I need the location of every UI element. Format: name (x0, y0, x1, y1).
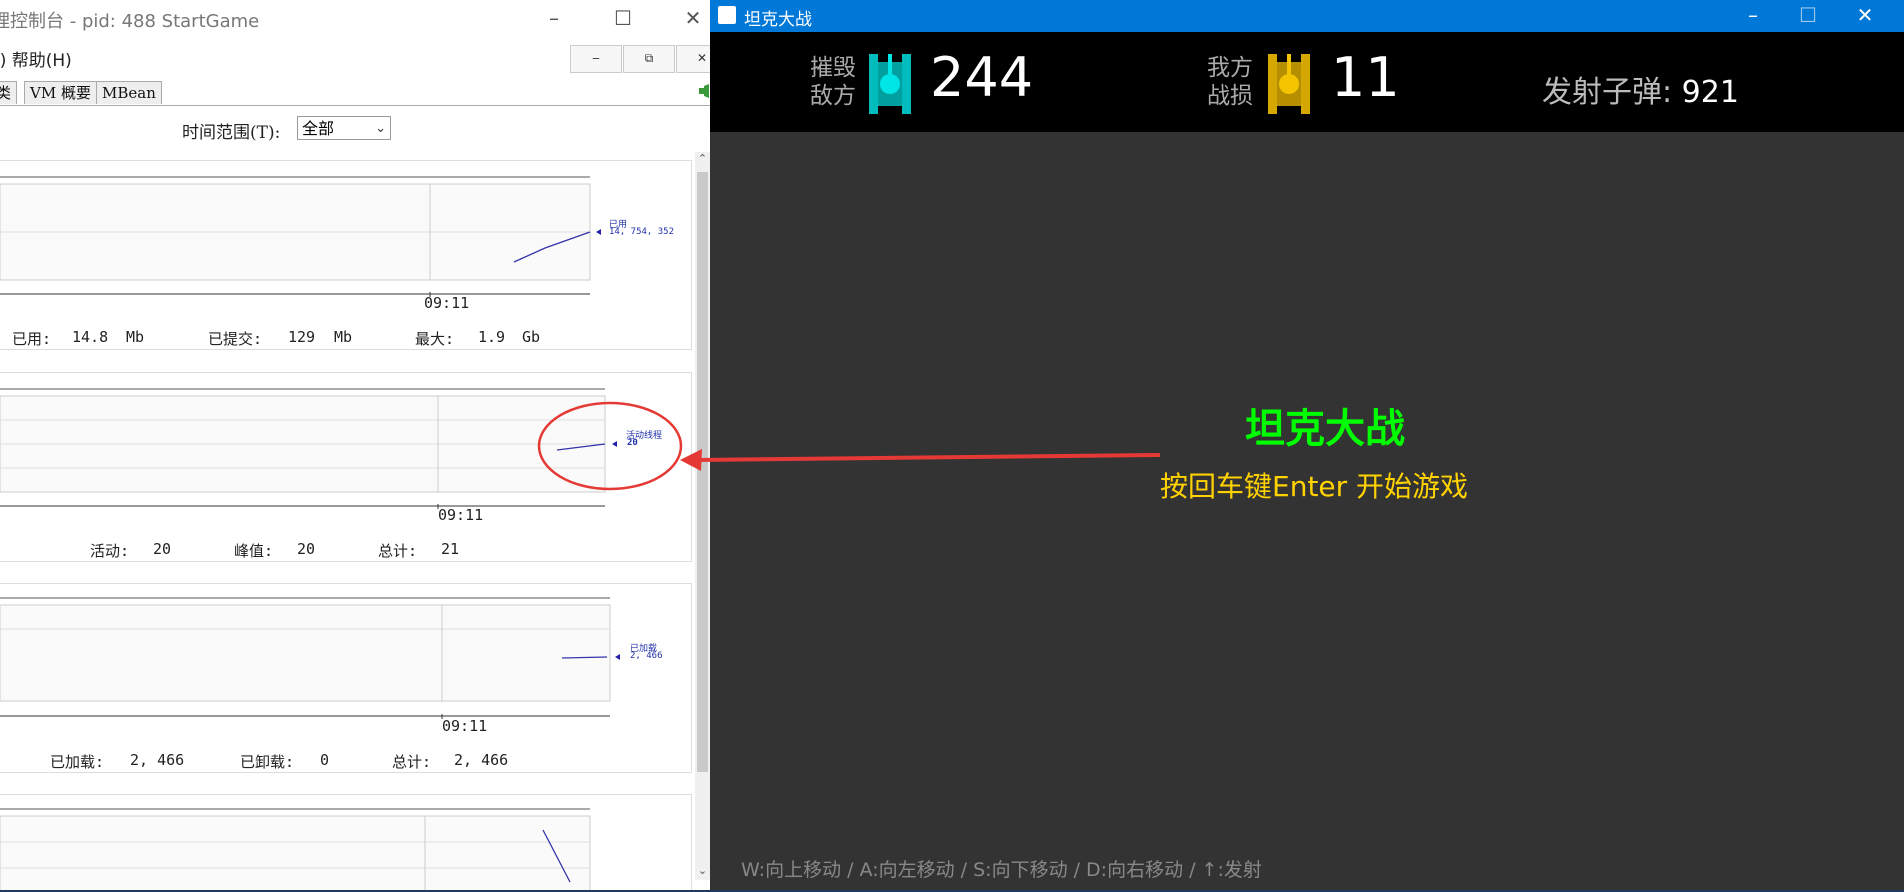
jconsole-menubar: /) 帮助(H) ‒ ⧉ ✕ (0, 36, 710, 76)
vertical-scrollbar[interactable]: ⌃ ⌄ (695, 152, 710, 880)
bullets-label: 发射子弹: (1542, 75, 1682, 110)
heap-used-unit: Mb (126, 328, 145, 346)
jconsole-title: 理控制台 - pid: 488 StartGame (0, 11, 260, 32)
bullets-count: 921 (1681, 75, 1739, 110)
tab-classes[interactable]: 类 (0, 81, 18, 104)
threads-total-label: 总计: (378, 542, 418, 560)
scroll-down-icon[interactable]: ⌄ (695, 864, 710, 880)
classes-chart (0, 597, 620, 719)
jconsole-tabs: 类 VM 概要 MBean (0, 78, 710, 106)
heap-max-value: 1.9 (478, 328, 506, 346)
classes-chart-time-label: 09:11 (442, 717, 488, 735)
game-title: 坦克大战 (1245, 406, 1405, 452)
threads-peak-value: 20 (297, 540, 316, 558)
loss-count: 11 (1331, 46, 1400, 109)
tab-mbean[interactable]: MBean (96, 81, 162, 104)
scroll-up-icon[interactable]: ⌃ (695, 152, 710, 168)
heap-used-label: 已用: (12, 330, 52, 348)
start-hint: 按回车键Enter 开始游戏 (1160, 470, 1469, 503)
bullets-fired: 发射子弹: 921 (1542, 67, 1739, 111)
minimize-button[interactable]: – (534, 4, 574, 32)
classes-loaded-label: 已加载: (50, 753, 105, 771)
destroyed-label-line1: 摧毁 (810, 55, 856, 81)
time-range-label: 时间范围(T): (182, 123, 281, 143)
classes-total-value: 2, 466 (454, 751, 509, 769)
player-tank-icon (1268, 54, 1310, 114)
classes-unloaded-label: 已卸载: (240, 753, 295, 771)
jconsole-titlebar: 理控制台 - pid: 488 StartGame – ☐ ✕ (0, 0, 710, 36)
threads-peak-label: 峰值: (234, 542, 274, 560)
threads-active-value: 20 (153, 540, 172, 558)
minimize-button[interactable]: – (1730, 0, 1776, 32)
heap-committed-label: 已提交: (208, 330, 263, 348)
enemy-tank-icon (869, 54, 911, 114)
java-app-icon (718, 6, 736, 24)
inner-minimize-button[interactable]: ‒ (570, 45, 622, 73)
destroyed-label: 摧毁 敌方 (810, 54, 856, 110)
heap-legend-value: 14, 754, 352 (609, 227, 675, 237)
loss-label-line1: 我方 (1207, 55, 1253, 81)
classes-total-label: 总计: (392, 753, 432, 771)
threads-chart (0, 388, 617, 509)
close-button[interactable]: ✕ (673, 4, 710, 32)
loss-label: 我方 战损 (1207, 54, 1253, 110)
classes-loaded-value: 2, 466 (130, 751, 185, 769)
heap-max-label: 最大: (415, 330, 455, 348)
destroyed-label-line2: 敌方 (810, 83, 856, 109)
inner-close-button[interactable]: ✕ (676, 45, 710, 73)
destroyed-count: 244 (930, 46, 1034, 109)
loss-label-line2: 战损 (1207, 83, 1253, 109)
jconsole-window: 理控制台 - pid: 488 StartGame – ☐ ✕ /) 帮助(H)… (0, 0, 710, 890)
close-button[interactable]: ✕ (1842, 0, 1888, 32)
time-range-select[interactable]: 全部 ⌄ (297, 116, 391, 140)
score-hud: 摧毁 敌方 244 我方 战损 11 发射子弹: 921 (710, 32, 1904, 132)
tank-game-window: 坦克大战 – ☐ ✕ 摧毁 敌方 244 我方 战损 11 发射子弹: 921 … (710, 0, 1904, 892)
heap-chart-time-label: 09:11 (424, 294, 470, 312)
threads-legend-value: 20 (627, 438, 638, 448)
heap-max-unit: Gb (522, 328, 541, 346)
maximize-button[interactable]: ☐ (1785, 0, 1831, 32)
time-range-value: 全部 (302, 119, 335, 138)
heap-committed-unit: Mb (334, 328, 353, 346)
heap-used-value: 14.8 (72, 328, 109, 346)
tank-titlebar: 坦克大战 – ☐ ✕ (710, 0, 1904, 32)
heap-committed-value: 129 (288, 328, 316, 346)
inner-restore-button[interactable]: ⧉ (623, 45, 675, 73)
threads-active-label: 活动: (90, 542, 130, 560)
threads-chart-time-label: 09:11 (438, 506, 484, 524)
classes-legend-value: 2, 466 (630, 651, 663, 661)
threads-total-value: 21 (441, 540, 460, 558)
classes-unloaded-value: 0 (320, 751, 330, 769)
controls-help: W:向上移动 / A:向左移动 / S:向下移动 / D:向右移动 / ↑:发射 (741, 859, 1262, 881)
tab-vm-summary[interactable]: VM 概要 (24, 81, 97, 104)
cpu-chart (0, 808, 591, 890)
maximize-button[interactable]: ☐ (603, 4, 643, 32)
heap-memory-chart (0, 176, 601, 297)
chevron-down-icon: ⌄ (375, 121, 386, 136)
scrollbar-thumb[interactable] (697, 172, 708, 772)
connection-icon (699, 84, 709, 98)
menu-help[interactable]: /) 帮助(H) (0, 46, 72, 71)
tank-window-title: 坦克大战 (744, 10, 812, 30)
